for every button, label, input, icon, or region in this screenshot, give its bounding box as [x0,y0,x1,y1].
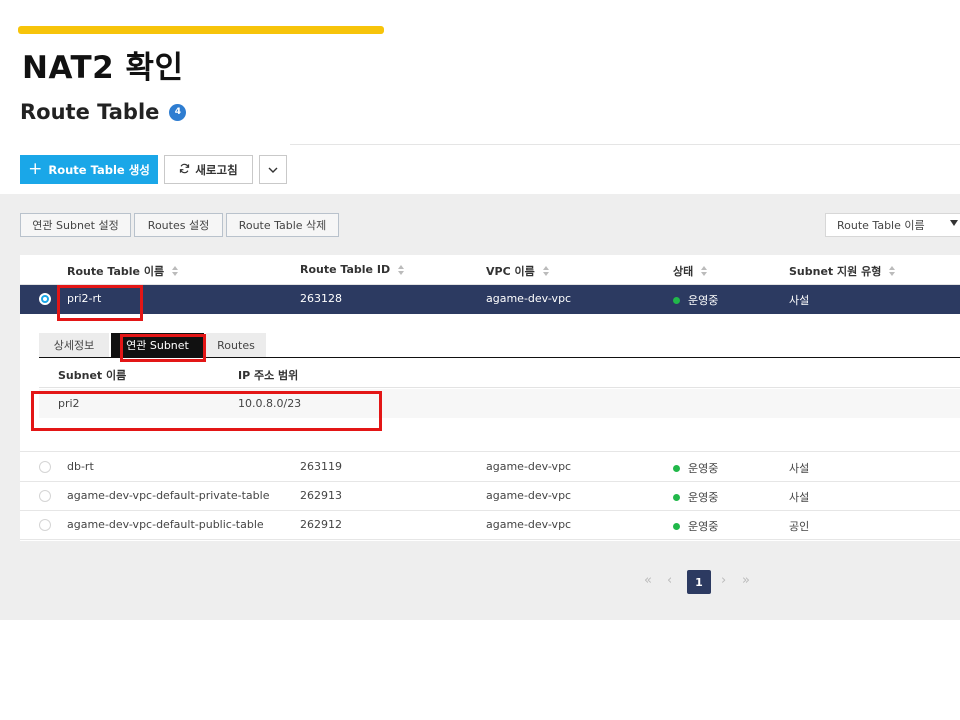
cell-type: 사설 [789,462,810,475]
column-header-status[interactable]: 상태 [673,263,708,279]
sort-icon [172,266,179,276]
column-label: Route Table 이름 [67,265,165,278]
column-label: Subnet 지원 유형 [789,265,882,278]
detail-panel: 상세정보 연관 Subnet Routes Subnet 이름 IP 주소 범위… [20,314,960,452]
tab-details[interactable]: 상세정보 [39,333,109,357]
prev-page-icon[interactable]: ‹ [667,573,672,588]
cell-name: agame-dev-vpc-default-public-table [67,518,264,531]
tab-routes[interactable]: Routes [206,333,266,357]
cell-id: 262913 [300,489,342,502]
sort-icon [398,264,405,275]
caret-down-icon [950,220,958,226]
cell-vpc: agame-dev-vpc [486,489,572,502]
count-badge: 4 [169,103,187,121]
table-row[interactable]: db-rt 263119 agame-dev-vpc 운영중 사설 [20,453,960,482]
cell-type: 사설 [789,491,810,504]
cell-id: 263119 [300,460,342,473]
cell-vpc: agame-dev-vpc [486,518,572,531]
assoc-subnet-settings-button[interactable]: 연관 Subnet 설정 [20,213,131,237]
search-field-value: Route Table 이름 [837,219,925,232]
column-label: 상태 [673,265,694,278]
last-page-icon[interactable]: » [742,573,750,588]
column-header-subnet-type[interactable]: Subnet 지원 유형 [789,263,896,279]
cell-type: 사설 [789,294,810,307]
cell-id: 263128 [300,292,342,305]
cell-vpc: agame-dev-vpc [486,292,572,305]
column-header-subnet-name: Subnet 이름 [58,369,127,382]
sort-icon [889,266,896,276]
cell-subnet-name: pri2 [58,397,80,410]
cell-status: 운영중 [673,518,718,534]
cell-name: db-rt [67,460,94,473]
accent-bar [18,26,384,34]
chevron-down-icon [268,163,278,177]
column-label: Route Table ID [300,263,391,276]
cell-status: 운영중 [673,460,718,476]
subnet-table-header: Subnet 이름 IP 주소 범위 [39,358,960,388]
cell-id: 262912 [300,518,342,531]
divider [290,144,960,145]
column-header-ip-range: IP 주소 범위 [238,369,299,382]
column-header-vpc[interactable]: VPC 이름 [486,263,549,279]
cell-status: 운영중 [673,489,718,505]
row-radio[interactable] [39,293,51,305]
status-text: 운영중 [688,294,719,307]
row-radio[interactable] [39,490,51,502]
more-dropdown-button[interactable] [259,155,287,184]
plus-icon: + [28,159,43,179]
page-header: Route Table 4 [20,100,187,124]
status-dot-icon [673,296,680,304]
delete-route-table-button[interactable]: Route Table 삭제 [226,213,339,237]
status-dot-icon [673,464,680,472]
table-row[interactable]: agame-dev-vpc-default-private-table 2629… [20,482,960,511]
cell-ip-range: 10.0.8.0/23 [238,397,302,410]
slide-title: NAT2 확인 [22,50,184,86]
row-radio[interactable] [39,461,51,473]
status-text: 운영중 [688,462,719,475]
refresh-icon [179,163,190,177]
cell-name: agame-dev-vpc-default-private-table [67,489,270,502]
search-field-select[interactable]: Route Table 이름 [825,213,960,237]
status-text: 운영중 [688,491,719,504]
column-label: VPC 이름 [486,265,535,278]
row-radio[interactable] [39,519,51,531]
create-route-table-button[interactable]: + Route Table 생성 [20,155,158,184]
routes-settings-button[interactable]: Routes 설정 [134,213,223,237]
cell-vpc: agame-dev-vpc [486,460,572,473]
subnet-row: pri2 10.0.8.0/23 [39,389,960,418]
sort-icon [542,266,549,276]
status-dot-icon [673,493,680,501]
sort-icon [701,266,708,276]
next-page-icon[interactable]: › [721,573,726,588]
page-title: Route Table [20,100,160,124]
table-row[interactable]: pri2-rt 263128 agame-dev-vpc 운영중 사설 [20,285,960,314]
status-dot-icon [673,522,680,530]
table-header: Route Table 이름 Route Table ID VPC 이름 상태 … [20,255,960,285]
status-text: 운영중 [688,520,719,533]
table-row[interactable]: agame-dev-vpc-default-public-table 26291… [20,511,960,540]
refresh-label: 새로고침 [195,162,238,177]
column-header-name[interactable]: Route Table 이름 [67,263,179,279]
cell-type: 공인 [789,520,810,533]
create-route-table-label: Route Table 생성 [48,162,150,177]
first-page-icon[interactable]: « [644,573,652,588]
cell-status: 운영중 [673,292,718,308]
refresh-button[interactable]: 새로고침 [164,155,253,184]
pagination: « ‹ 1 › » [0,570,960,594]
page-number-current[interactable]: 1 [687,570,711,594]
column-header-id[interactable]: Route Table ID [300,263,405,276]
tab-assoc-subnet[interactable]: 연관 Subnet [111,333,204,357]
cell-name: pri2-rt [67,292,102,305]
route-table-list: Route Table 이름 Route Table ID VPC 이름 상태 … [20,255,960,541]
